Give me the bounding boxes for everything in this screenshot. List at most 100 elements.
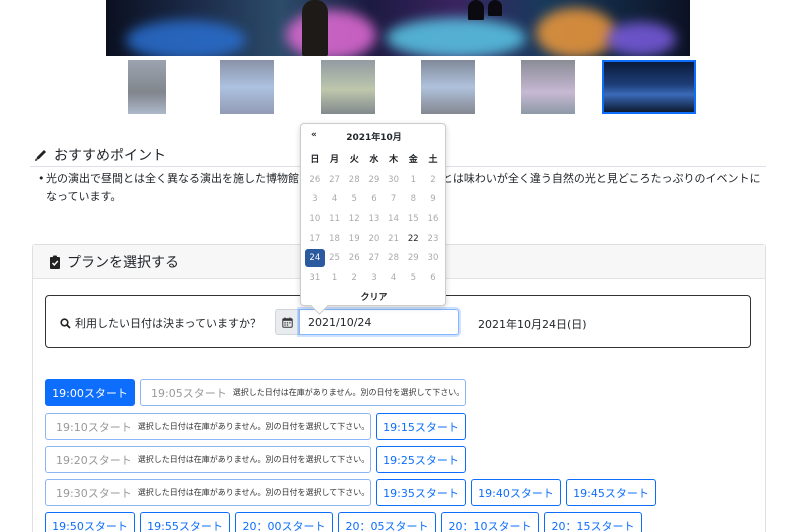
datepicker-day[interactable]: 4 (325, 190, 345, 208)
datepicker-day[interactable]: 20 (364, 230, 384, 248)
datepicker-day[interactable]: 8 (403, 190, 423, 208)
unavailable-note: 選択した日付は在庫がありません。別の日付を選択して下さい。 (137, 455, 370, 464)
thumbnail-2[interactable] (220, 60, 274, 114)
datepicker-week-row: 17 18 19 20 21 22 23 (305, 229, 443, 249)
slot-button-1935[interactable]: 19:35スタート (376, 479, 466, 506)
thumbnail-1[interactable] (128, 60, 166, 114)
datepicker-day[interactable]: 3 (364, 269, 384, 287)
slot-label: 20：15スタート (551, 519, 635, 532)
datepicker-day[interactable]: 25 (325, 249, 345, 267)
slot-label: 20：10スタート (448, 519, 532, 532)
datepicker-week-row: 31 1 2 3 4 5 6 (305, 268, 443, 288)
datepicker-day[interactable]: 18 (325, 230, 345, 248)
slot-button-1920-unavailable: 19:20スタート 選択した日付は在庫がありません。別の日付を選択して下さい。 (45, 446, 371, 473)
date-question: 利用したい日付は決まっていますか？ (60, 315, 261, 331)
datepicker-day[interactable]: 21 (384, 230, 404, 248)
thumbnail-5[interactable] (521, 60, 575, 114)
datepicker-day[interactable]: 29 (364, 171, 384, 189)
datepicker-day[interactable]: 12 (344, 210, 364, 228)
slot-button-1910-unavailable: 19:10スタート 選択した日付は在庫がありません。別の日付を選択して下さい。 (45, 413, 371, 440)
datepicker-day[interactable]: 1 (325, 269, 345, 287)
hero-image (106, 0, 690, 56)
datepicker-day[interactable]: 14 (384, 210, 404, 228)
datepicker-day[interactable]: 23 (423, 230, 443, 248)
unavailable-note: 選択した日付は在庫がありません。別の日付を選択して下さい。 (137, 488, 370, 497)
datepicker-day[interactable]: 5 (344, 190, 364, 208)
thumbnail-6-selected[interactable] (602, 60, 696, 114)
calendar-button[interactable] (275, 309, 299, 335)
slot-button-2015[interactable]: 20：15スタート (544, 512, 642, 532)
slot-button-2000[interactable]: 20：00スタート (235, 512, 333, 532)
datepicker-day[interactable]: 29 (403, 249, 423, 267)
datepicker-day[interactable]: 11 (325, 210, 345, 228)
datepicker-day-selected[interactable]: 24 (305, 249, 325, 268)
slot-button-1945[interactable]: 19:45スタート (566, 479, 656, 506)
date-question-text: 利用したい日付は決まっていますか？ (75, 317, 262, 330)
datepicker-day[interactable]: 5 (403, 269, 423, 287)
datepicker-day[interactable]: 27 (364, 249, 384, 267)
datepicker-day[interactable]: 15 (403, 210, 423, 228)
slot-label: 19:30スタート (56, 486, 132, 500)
slot-button-1915[interactable]: 19:15スタート (376, 413, 466, 440)
datepicker-day[interactable]: 30 (423, 249, 443, 267)
clipboard-check-icon (49, 255, 61, 269)
datepicker-day[interactable]: 9 (423, 190, 443, 208)
datepicker-day[interactable]: 6 (423, 269, 443, 287)
slot-button-2010[interactable]: 20：10スタート (441, 512, 539, 532)
datepicker-day[interactable]: 3 (305, 190, 325, 208)
datepicker-day[interactable]: 26 (305, 171, 325, 189)
recommend-title-text: おすすめポイント (54, 148, 166, 164)
datepicker-day[interactable]: 28 (384, 249, 404, 267)
thumbnail-3[interactable] (321, 60, 375, 114)
datepicker-day[interactable]: 16 (423, 210, 443, 228)
weekday-label: 日 (310, 154, 320, 165)
thumbnail-4[interactable] (421, 60, 475, 114)
slot-label: 19:45スタート (573, 486, 649, 500)
datepicker-weekday-row: 日月火水木金土 (305, 150, 443, 170)
slot-button-1900-selected[interactable]: 19:00スタート (45, 379, 135, 406)
slot-label: 19:25スタート (383, 453, 459, 467)
weekday-label: 火 (349, 154, 359, 165)
slot-button-2005[interactable]: 20：05スタート (338, 512, 436, 532)
datepicker-day[interactable]: 6 (364, 190, 384, 208)
datepicker-day[interactable]: 2 (423, 171, 443, 189)
weekday-label: 水 (369, 154, 379, 165)
datepicker-day[interactable]: 2 (344, 269, 364, 287)
bullet-dot: • (38, 172, 45, 185)
datepicker-day[interactable]: 27 (325, 171, 345, 189)
datepicker-grid: 日月火水木金土 26 27 28 29 30 1 2 3 4 5 6 7 8 9 10 11 12 13 14 15 16… (305, 150, 443, 288)
slot-label: 19:00スタート (52, 386, 128, 400)
datepicker-day[interactable]: 10 (305, 210, 325, 228)
slot-button-1905-unavailable: 19:05スタート 選択した日付は在庫がありません。別の日付を選択して下さい。 (140, 379, 466, 406)
slot-button-1940[interactable]: 19:40スタート (471, 479, 561, 506)
slot-button-1950[interactable]: 19:50スタート (45, 512, 135, 532)
slot-label: 19:50スタート (52, 519, 128, 532)
pencil-icon (34, 148, 48, 162)
slot-label: 19:15スタート (383, 420, 459, 434)
datepicker-clear-button[interactable]: クリア (301, 290, 447, 303)
datepicker-day[interactable]: 30 (384, 171, 404, 189)
datepicker-day[interactable]: 17 (305, 230, 325, 248)
datepicker-popup: 2021年10月 « 日月火水木金土 26 27 28 29 30 1 2 3 4 5 6 7 8 9 10 1… (300, 123, 446, 306)
slot-label: 19:40スタート (478, 486, 554, 500)
datepicker-day[interactable]: 22 (403, 230, 423, 248)
slot-button-1955[interactable]: 19:55スタート (140, 512, 230, 532)
datepicker-prev-button[interactable]: « (311, 130, 317, 140)
datepicker-day[interactable]: 31 (305, 269, 325, 287)
datepicker-week-row: 26 27 28 29 30 1 2 (305, 170, 443, 190)
datepicker-day[interactable]: 19 (344, 230, 364, 248)
search-icon (60, 317, 71, 329)
weekday-label: 木 (389, 154, 399, 165)
date-input[interactable] (299, 309, 459, 335)
datepicker-day[interactable]: 28 (344, 171, 364, 189)
slot-label: 19:35スタート (383, 486, 459, 500)
datepicker-day[interactable]: 1 (403, 171, 423, 189)
datepicker-day[interactable]: 4 (384, 269, 404, 287)
slot-label: 19:20スタート (56, 453, 132, 467)
datepicker-day[interactable]: 26 (344, 249, 364, 267)
weekday-label: 月 (330, 154, 340, 165)
datepicker-day[interactable]: 13 (364, 210, 384, 228)
slot-label: 19:55スタート (147, 519, 223, 532)
slot-button-1925[interactable]: 19:25スタート (376, 446, 466, 473)
datepicker-day[interactable]: 7 (384, 190, 404, 208)
